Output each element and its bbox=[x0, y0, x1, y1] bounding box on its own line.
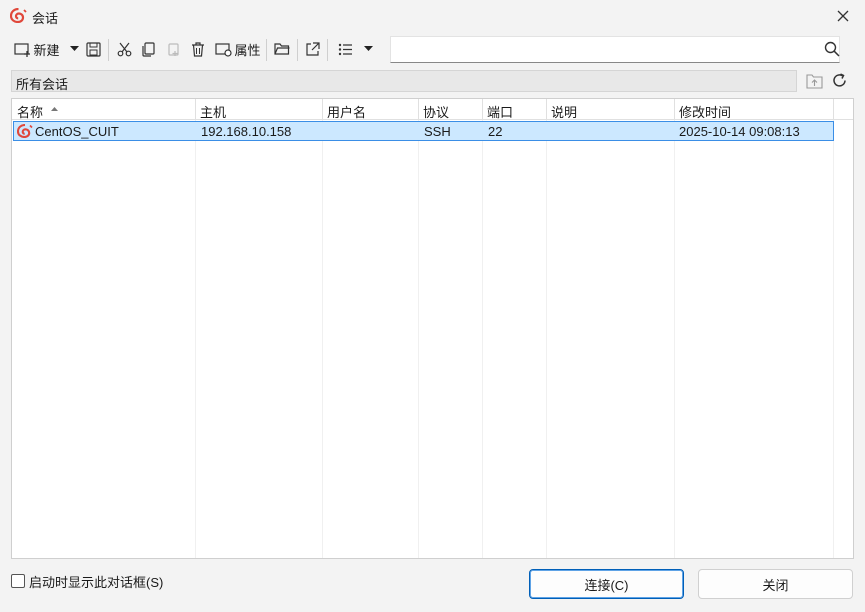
show-on-startup-option[interactable]: 启动时显示此对话框(S) bbox=[11, 572, 163, 590]
trash-icon bbox=[192, 41, 204, 57]
copy-icon bbox=[141, 41, 155, 57]
session-list[interactable]: 名称 主机 用户名 协议 端口 说明 修改时间 CentOS_CUIT 192.… bbox=[11, 98, 854, 559]
export-button[interactable] bbox=[303, 37, 321, 61]
header-divider[interactable] bbox=[546, 99, 547, 120]
column-divider bbox=[674, 99, 675, 558]
header-name[interactable]: 名称 bbox=[17, 102, 43, 121]
xshell-session-icon bbox=[17, 124, 33, 138]
view-dropdown-button[interactable] bbox=[361, 37, 375, 61]
export-icon bbox=[305, 41, 320, 56]
column-divider bbox=[546, 99, 547, 558]
column-divider bbox=[418, 99, 419, 558]
close-icon bbox=[837, 10, 849, 22]
folder-open-icon bbox=[274, 43, 290, 55]
refresh-icon[interactable] bbox=[831, 72, 848, 89]
header-divider[interactable] bbox=[322, 99, 323, 120]
cell-host: 192.168.10.158 bbox=[201, 124, 292, 139]
chevron-down-icon bbox=[69, 46, 79, 51]
header-host[interactable]: 主机 bbox=[200, 102, 226, 121]
header-protocol[interactable]: 协议 bbox=[423, 102, 449, 121]
column-divider bbox=[482, 99, 483, 558]
cell-port: 22 bbox=[488, 124, 503, 139]
table-row[interactable]: CentOS_CUIT 192.168.10.158 SSH 22 2025-1… bbox=[13, 121, 834, 141]
chevron-down-icon bbox=[363, 46, 373, 51]
breadcrumb[interactable]: 所有会话 bbox=[11, 70, 797, 92]
column-divider bbox=[833, 99, 834, 558]
save-icon bbox=[85, 41, 101, 57]
connect-button[interactable]: 连接(C) bbox=[529, 569, 684, 599]
breadcrumb-text: 所有会话 bbox=[16, 77, 69, 92]
header-modified[interactable]: 修改时间 bbox=[679, 102, 731, 121]
up-folder-icon[interactable] bbox=[806, 73, 823, 89]
column-divider bbox=[195, 99, 196, 558]
title-bar: 会话 bbox=[0, 0, 865, 32]
delete-button[interactable] bbox=[189, 37, 207, 61]
show-on-startup-label[interactable]: 启动时显示此对话框(S) bbox=[29, 572, 163, 591]
header-divider[interactable] bbox=[418, 99, 419, 120]
cell-name: CentOS_CUIT bbox=[35, 124, 119, 139]
properties-label: 属性 bbox=[234, 42, 261, 58]
show-on-startup-checkbox[interactable] bbox=[11, 574, 25, 588]
paste-icon bbox=[167, 42, 179, 56]
properties-icon bbox=[215, 42, 233, 57]
open-folder-button[interactable] bbox=[272, 37, 292, 61]
toolbar-separator bbox=[266, 39, 267, 61]
cell-modified: 2025-10-14 09:08:13 bbox=[679, 124, 800, 139]
header-divider[interactable] bbox=[674, 99, 675, 120]
toolbar-separator bbox=[108, 39, 109, 61]
window-title: 会话 bbox=[32, 11, 59, 26]
properties-button[interactable]: 属性 bbox=[214, 37, 262, 61]
toolbar-separator bbox=[327, 39, 328, 61]
header-divider[interactable] bbox=[195, 99, 196, 120]
search-icon[interactable] bbox=[824, 41, 840, 57]
new-session-icon bbox=[14, 42, 31, 57]
table-header: 名称 主机 用户名 协议 端口 说明 修改时间 bbox=[12, 99, 853, 121]
scissors-icon bbox=[117, 42, 131, 56]
header-user[interactable]: 用户名 bbox=[327, 102, 366, 121]
list-view-icon bbox=[338, 43, 352, 55]
close-window-button[interactable] bbox=[831, 4, 855, 28]
new-dropdown-button[interactable] bbox=[67, 37, 81, 61]
new-session-label: 新建 bbox=[33, 42, 60, 58]
cut-button[interactable] bbox=[115, 37, 133, 61]
xshell-logo-icon bbox=[10, 8, 27, 23]
close-button[interactable]: 关闭 bbox=[698, 569, 853, 599]
new-session-button[interactable]: 新建 bbox=[13, 37, 61, 61]
view-list-button[interactable] bbox=[336, 37, 354, 61]
header-port[interactable]: 端口 bbox=[487, 102, 513, 121]
toolbar-separator bbox=[297, 39, 298, 61]
search-input[interactable] bbox=[390, 36, 840, 63]
copy-button[interactable] bbox=[139, 37, 157, 61]
header-description[interactable]: 说明 bbox=[551, 102, 577, 121]
column-divider bbox=[322, 99, 323, 558]
save-button[interactable] bbox=[84, 37, 102, 61]
sort-ascending-icon bbox=[51, 107, 58, 111]
header-divider[interactable] bbox=[833, 99, 834, 120]
paste-button[interactable] bbox=[164, 37, 182, 61]
header-divider[interactable] bbox=[482, 99, 483, 120]
cell-protocol: SSH bbox=[424, 124, 451, 139]
